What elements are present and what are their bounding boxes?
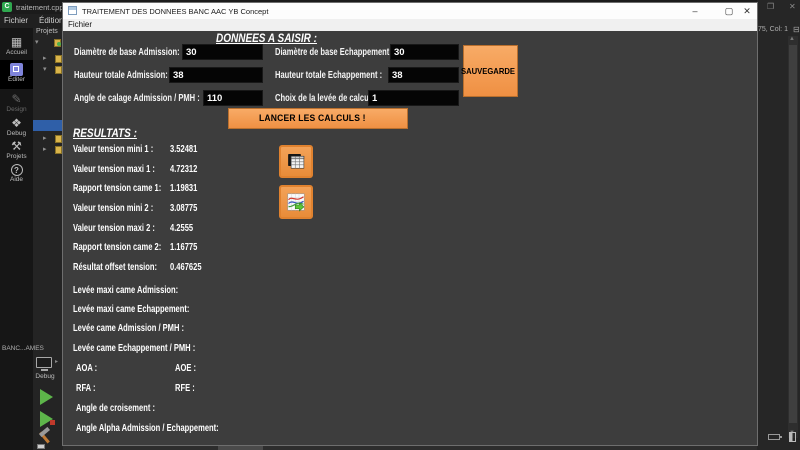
sidebar-item-accueil[interactable]: ▦ Accueil <box>0 36 33 57</box>
debug-monitor-stand <box>41 369 48 371</box>
bottom-left-panel-icon[interactable] <box>37 444 45 449</box>
choix-levee-calcul-input[interactable] <box>368 90 459 106</box>
editor-icon <box>10 63 23 76</box>
result-row: Valeur tension mini 2 :3.08775 <box>73 202 184 214</box>
spreadsheet-icon <box>287 150 305 173</box>
caret-position-status: 75, Col: 1 <box>758 26 788 33</box>
ide-right-strip: ❐ ✕ 75, Col: 1 ⊟ ▲ ▼ <box>757 0 800 450</box>
tree-item[interactable]: ▸ <box>33 54 63 63</box>
home-grid-icon: ▦ <box>0 36 33 49</box>
debug-dropdown-arrow[interactable]: ▸ <box>55 358 58 365</box>
open-spreadsheet-button[interactable] <box>279 145 313 178</box>
sidebar-item-projets[interactable]: ⚒ Projets <box>0 140 33 161</box>
status-bar-icon-2[interactable] <box>789 432 796 442</box>
close-button[interactable]: ✕ <box>739 4 755 18</box>
result-pair-row: RFA :RFE : <box>76 382 103 394</box>
run-all-badge <box>50 420 55 425</box>
debug-icon: ❖ <box>0 117 33 130</box>
project-group-label: BANC...AMES <box>2 345 62 352</box>
hauteur-totale-echappement-input[interactable] <box>388 67 459 83</box>
help-icon: ? <box>11 164 23 176</box>
form-content: DONNEES A SAISIR : Diamètre de base Admi… <box>63 31 757 445</box>
result-row: Valeur tension maxi 2 :4.2555 <box>73 222 187 234</box>
debug-monitor-icon[interactable] <box>36 357 52 368</box>
sidebar-item-design[interactable]: ✎ Design <box>0 93 33 114</box>
horizontal-scrollbar[interactable] <box>63 445 757 450</box>
app-menu-bar: Fichier <box>63 19 757 31</box>
ide-menu-edition[interactable]: Édition <box>39 16 63 25</box>
screen: C traitement.cpp ⊗ Fichier Édition ▦ Acc… <box>0 0 800 450</box>
result-row: Levée maxi came Echappement: <box>73 303 235 315</box>
projects-panel: Projets ▾ ▸ ▾ ▸ ▸ <box>33 28 63 450</box>
diametre-base-admission-input[interactable] <box>182 44 263 60</box>
tree-item[interactable]: ▾ <box>33 38 63 47</box>
split-view-icon[interactable]: ⊟ <box>793 25 800 34</box>
result-row: Valeur tension maxi 1 :4.72312 <box>73 163 187 175</box>
debug-target-label: Debug <box>31 373 59 380</box>
chart-export-icon <box>287 189 305 215</box>
tree-item[interactable]: ▾ <box>33 65 63 74</box>
result-row: Levée maxi came Admission: <box>73 284 219 296</box>
app-window-icon <box>68 6 77 15</box>
result-row: Résultat offset tension:0.467625 <box>73 261 190 273</box>
tab-traitement-cpp[interactable]: traitement.cpp <box>16 3 64 12</box>
ide-close-button[interactable]: ✕ <box>789 2 796 11</box>
sauvegarde-button[interactable]: SAUVEGARDE <box>463 45 518 97</box>
tree-item-selected[interactable] <box>33 120 63 131</box>
open-chart-button[interactable] <box>279 185 313 219</box>
pencil-icon: ✎ <box>0 93 33 106</box>
projects-panel-title: Projets <box>36 28 58 35</box>
result-row: Angle Alpha Admission / Echappement: <box>76 422 274 434</box>
result-row: Angle de croisement : <box>76 402 186 414</box>
app-menu-fichier[interactable]: Fichier <box>68 20 92 29</box>
result-pair-row: AOA :AOE : <box>76 362 105 374</box>
result-row: Rapport tension came 2:1.16775 <box>73 241 196 253</box>
hauteur-totale-admission-input[interactable] <box>169 67 263 83</box>
tree-item[interactable]: ▸ <box>33 145 63 154</box>
ide-restore-button[interactable]: ❐ <box>767 2 774 11</box>
app-window: TRAITEMENT DES DONNEES BANC AAC YB Conce… <box>63 3 757 445</box>
wrench-icon: ⚒ <box>0 140 33 153</box>
diametre-base-echappement-input[interactable] <box>390 44 459 60</box>
ide-activity-bar: ▦ Accueil Éditer ✎ Design ❖ Debug ⚒ Proj… <box>0 28 33 450</box>
app-title-bar[interactable]: TRAITEMENT DES DONNEES BANC AAC YB Conce… <box>63 3 757 19</box>
app-window-title: TRAITEMENT DES DONNEES BANC AAC YB Conce… <box>82 7 268 16</box>
ide-menu-fichier[interactable]: Fichier <box>4 16 28 25</box>
angle-calage-admission-input[interactable] <box>203 90 263 106</box>
sidebar-item-debug[interactable]: ❖ Debug <box>0 117 33 138</box>
result-row: Levée came Echappement / PMH : <box>73 342 243 354</box>
cpp-file-icon: C <box>2 2 12 12</box>
build-hammer-icon[interactable] <box>36 428 54 444</box>
lancer-calculs-button[interactable]: LANCER LES CALCULS ! <box>228 108 408 129</box>
result-row: Valeur tension mini 1 :3.52481 <box>73 143 184 155</box>
result-row: Rapport tension came 1:1.19831 <box>73 182 196 194</box>
sidebar-item-editer[interactable]: Éditer <box>0 60 33 89</box>
horizontal-scrollbar-thumb[interactable] <box>218 445 263 450</box>
section-title-resultats: RESULTATS : <box>73 127 146 141</box>
minimize-button[interactable]: – <box>687 4 703 18</box>
run-button[interactable] <box>40 389 53 405</box>
status-bar-icon-1[interactable] <box>768 434 780 440</box>
maximize-button[interactable]: ▢ <box>721 4 737 18</box>
scroll-up-icon[interactable]: ▲ <box>789 36 795 42</box>
result-row: Levée came Admission / PMH : <box>73 322 227 334</box>
sidebar-item-aide[interactable]: ? Aide <box>0 164 33 184</box>
tree-item[interactable]: ▸ <box>33 134 63 143</box>
vertical-scrollbar-thumb[interactable] <box>789 45 797 423</box>
vertical-scrollbar[interactable]: ▲ ▼ <box>788 36 798 438</box>
